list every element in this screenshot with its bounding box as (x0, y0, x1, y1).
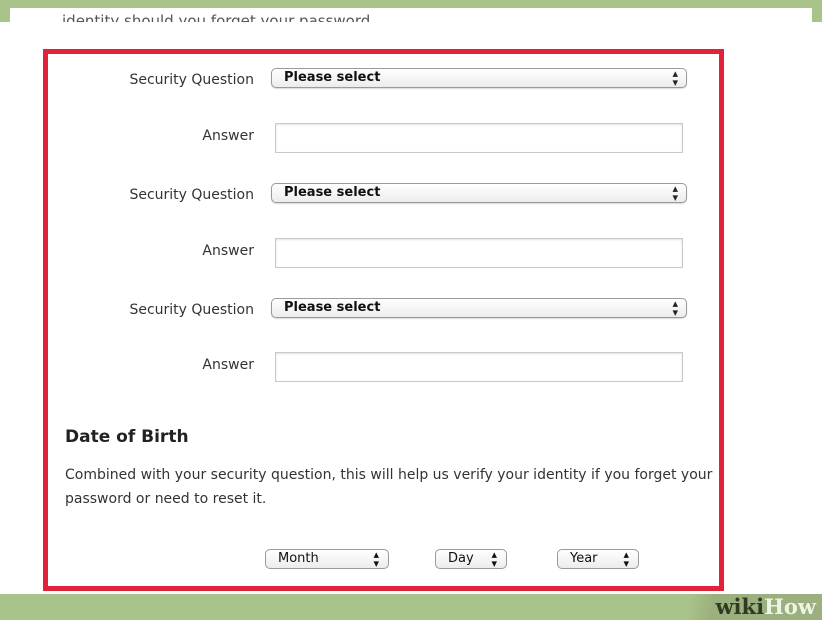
security-question-select-1[interactable]: Please select ▴ ▾ (271, 68, 687, 88)
logo-wiki-text: wiki (715, 594, 765, 619)
answer-label: Answer (202, 128, 254, 144)
clipped-instruction-text: identity should you forget your password… (62, 12, 376, 22)
answer-label: Answer (202, 357, 254, 373)
answer-field-3[interactable] (275, 352, 683, 382)
security-question-select-2[interactable]: Please select ▴ ▾ (271, 183, 687, 203)
up-down-arrows-icon: ▴ ▾ (672, 67, 678, 89)
up-down-arrows-icon: ▴ ▾ (623, 548, 629, 570)
logo-how-text: How (764, 594, 816, 619)
answer-row-2: Answer (48, 238, 719, 268)
select-value: Month (278, 551, 319, 566)
top-band: identity should you forget your password… (0, 0, 822, 22)
up-down-arrows-icon: ▴ ▾ (373, 548, 379, 570)
wikihow-logo: wikiHow (689, 594, 822, 620)
security-form-highlight: Security Question Please select ▴ ▾ Answe… (43, 49, 724, 591)
select-value: Please select (284, 185, 381, 200)
birth-day-select[interactable]: Day ▴ ▾ (435, 549, 507, 569)
security-question-select-3[interactable]: Please select ▴ ▾ (271, 298, 687, 318)
security-question-label: Security Question (129, 302, 254, 318)
birth-year-select[interactable]: Year ▴ ▾ (557, 549, 639, 569)
select-value: Day (448, 551, 474, 566)
up-down-arrows-icon: ▴ ▾ (672, 182, 678, 204)
top-strip: identity should you forget your password… (10, 8, 812, 22)
select-value: Year (570, 551, 598, 566)
security-question-row-3: Security Question Please select ▴ ▾ (48, 296, 719, 326)
birth-month-select[interactable]: Month ▴ ▾ (265, 549, 389, 569)
date-of-birth-heading: Date of Birth (65, 427, 189, 447)
answer-label: Answer (202, 243, 254, 259)
date-of-birth-description: Combined with your security question, th… (65, 467, 713, 507)
answer-row-3: Answer (48, 352, 719, 382)
answer-field-2[interactable] (275, 238, 683, 268)
up-down-arrows-icon: ▴ ▾ (491, 548, 497, 570)
select-value: Please select (284, 70, 381, 85)
security-question-row-2: Security Question Please select ▴ ▾ (48, 181, 719, 211)
answer-row-1: Answer (48, 123, 719, 153)
up-down-arrows-icon: ▴ ▾ (672, 297, 678, 319)
security-question-label: Security Question (129, 72, 254, 88)
answer-field-1[interactable] (275, 123, 683, 153)
security-question-row-1: Security Question Please select ▴ ▾ (48, 66, 719, 96)
select-value: Please select (284, 300, 381, 315)
security-question-label: Security Question (129, 187, 254, 203)
